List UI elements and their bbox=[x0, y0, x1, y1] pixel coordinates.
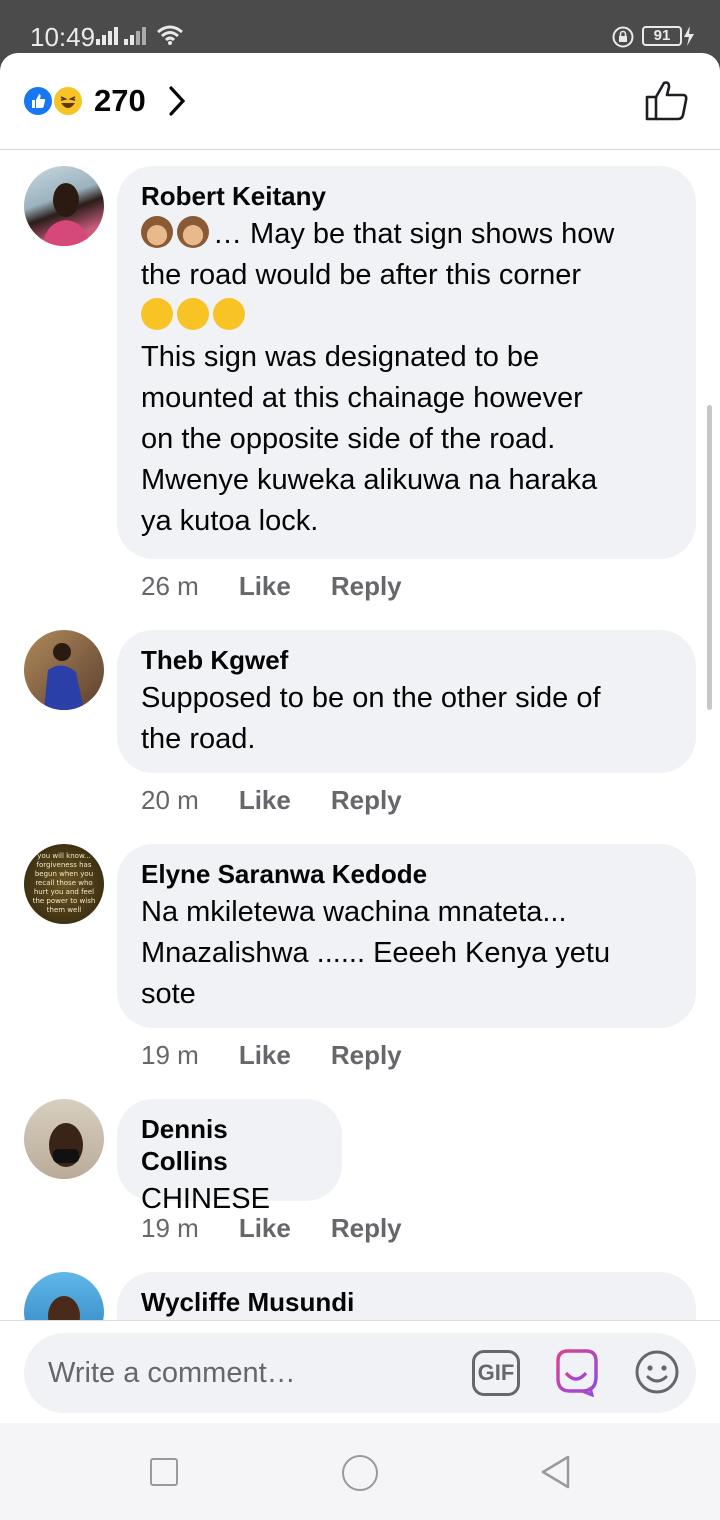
rolling-laughing-icon bbox=[177, 298, 209, 330]
signal-icon bbox=[96, 27, 118, 45]
sticker-icon[interactable] bbox=[552, 1347, 600, 1397]
gif-button[interactable]: GIF bbox=[472, 1350, 520, 1396]
reply-comment-button[interactable]: Reply bbox=[331, 571, 402, 602]
avatar[interactable] bbox=[24, 1099, 104, 1179]
home-button[interactable] bbox=[342, 1455, 378, 1491]
signal-icon bbox=[124, 27, 146, 45]
comment-time: 19 m bbox=[141, 1040, 199, 1070]
like-comment-button[interactable]: Like bbox=[239, 1040, 291, 1071]
like-reaction-icon bbox=[22, 85, 54, 117]
comments-sheet: 270 Robert Keitany … May be that sign sh… bbox=[0, 53, 720, 1423]
comment-author[interactable]: Robert Keitany bbox=[141, 180, 672, 212]
like-post-button[interactable] bbox=[644, 79, 690, 121]
rolling-laughing-icon bbox=[213, 298, 245, 330]
svg-text:them well: them well bbox=[47, 906, 82, 914]
comment-bubble: Theb Kgwef Supposed to be on the other s… bbox=[117, 630, 696, 773]
comment-time: 26 m bbox=[141, 571, 199, 601]
comment-composer: GIF bbox=[0, 1320, 720, 1423]
comment-actions: 20 m Like Reply bbox=[141, 785, 402, 816]
comment-time: 19 m bbox=[141, 1213, 199, 1243]
reply-comment-button[interactable]: Reply bbox=[331, 1213, 402, 1244]
see-no-evil-monkey-icon bbox=[177, 216, 209, 248]
like-comment-button[interactable]: Like bbox=[239, 571, 291, 602]
comment-author[interactable]: Theb Kgwef bbox=[141, 644, 672, 676]
status-time: 10:49 bbox=[30, 22, 96, 52]
see-no-evil-monkey-icon bbox=[141, 216, 173, 248]
chevron-right-icon[interactable] bbox=[166, 83, 188, 119]
comment-input[interactable] bbox=[48, 1333, 448, 1413]
scrollbar[interactable] bbox=[707, 405, 712, 710]
emoji-icon[interactable] bbox=[634, 1349, 680, 1395]
svg-text:hurt you and feel: hurt you and feel bbox=[34, 888, 94, 896]
svg-text:the power to wish: the power to wish bbox=[33, 897, 96, 905]
comment-input-container: GIF bbox=[24, 1333, 696, 1413]
comment-bubble: Dennis Collins CHINESE bbox=[117, 1099, 342, 1215]
comment-actions: 26 m Like Reply bbox=[141, 571, 402, 602]
like-comment-button[interactable]: Like bbox=[239, 1213, 291, 1244]
reaction-count[interactable]: 270 bbox=[94, 83, 146, 119]
lock-icon bbox=[612, 26, 634, 48]
avatar-quote-text: you will know... forgiveness has begun w… bbox=[33, 852, 96, 914]
svg-text:you will know...: you will know... bbox=[37, 852, 90, 860]
system-nav-bar bbox=[0, 1423, 720, 1520]
comment-text: Na mkiletewa wachina mnateta... Mnazalis… bbox=[141, 896, 611, 1010]
comment-author[interactable]: Dennis Collins bbox=[141, 1113, 318, 1177]
status-bar: 10:49 91 bbox=[0, 0, 720, 56]
comment-bubble: Elyne Saranwa Kedode Na mkiletewa wachin… bbox=[117, 844, 696, 1028]
comment-actions: 19 m Like Reply bbox=[141, 1040, 402, 1071]
haha-reaction-icon bbox=[52, 85, 84, 117]
svg-text:begun when you: begun when you bbox=[35, 870, 93, 878]
svg-text:recall those who: recall those who bbox=[35, 879, 92, 887]
comment-bubble: Robert Keitany … May be that sign shows … bbox=[117, 166, 696, 559]
charging-icon bbox=[684, 26, 694, 46]
comment-text: … May be that sign shows how the road wo… bbox=[141, 216, 615, 537]
reply-comment-button[interactable]: Reply bbox=[331, 785, 402, 816]
wifi-icon bbox=[157, 25, 183, 45]
battery-icon: 91 bbox=[642, 26, 682, 46]
comment-author[interactable]: Elyne Saranwa Kedode bbox=[141, 858, 672, 890]
avatar[interactable]: you will know... forgiveness has begun w… bbox=[24, 844, 104, 924]
reaction-summary-bar[interactable]: 270 bbox=[0, 53, 720, 150]
comment-time: 20 m bbox=[141, 785, 199, 815]
rolling-laughing-icon bbox=[141, 298, 173, 330]
back-button[interactable] bbox=[538, 1453, 574, 1491]
comment-text: Supposed to be on the other side of the … bbox=[141, 682, 601, 755]
avatar[interactable] bbox=[24, 630, 104, 710]
avatar[interactable] bbox=[24, 166, 104, 246]
reply-comment-button[interactable]: Reply bbox=[331, 1040, 402, 1071]
comment-actions: 19 m Like Reply bbox=[141, 1213, 402, 1244]
like-comment-button[interactable]: Like bbox=[239, 785, 291, 816]
comment-author[interactable]: Wycliffe Musundi bbox=[141, 1286, 672, 1318]
svg-text:forgiveness has: forgiveness has bbox=[37, 861, 92, 869]
recents-button[interactable] bbox=[150, 1458, 178, 1486]
